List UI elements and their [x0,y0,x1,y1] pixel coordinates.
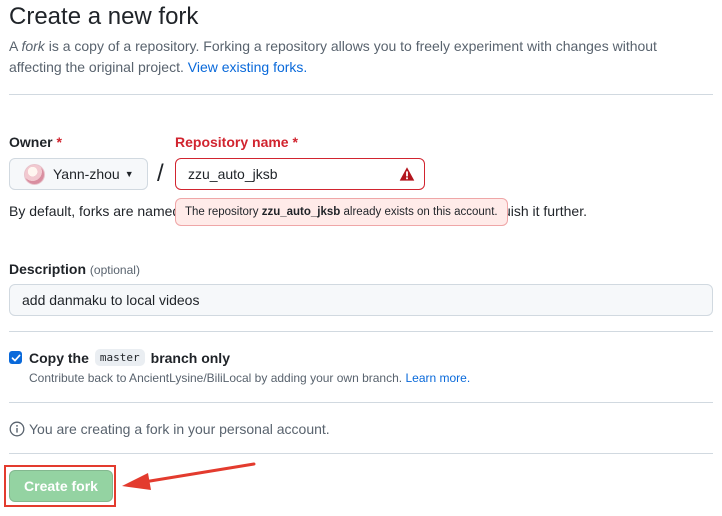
arrow-icon [122,462,256,490]
view-existing-forks-link[interactable]: View existing forks. [188,59,308,75]
description-label-text: Description [9,261,87,277]
optional-hint: (optional) [89,263,140,277]
intro-text: is a copy of a repository. Forking a rep… [9,38,657,75]
info-text: You are creating a fork in your personal… [29,421,330,437]
divider [9,331,713,332]
owner-dropdown[interactable]: Yann-zhou ▼ [9,158,148,190]
learn-more-link[interactable]: Learn more. [405,371,470,385]
create-fork-button[interactable]: Create fork [9,470,113,502]
divider [9,94,713,95]
copy-label-prefix: Copy the [29,349,89,366]
divider [9,453,713,454]
chevron-down-icon: ▼ [124,169,134,179]
personal-account-info: You are creating a fork in your personal… [9,421,330,437]
info-icon [9,421,25,437]
path-separator: / [157,160,164,187]
repo-name-input[interactable] [175,158,425,190]
divider [9,402,713,403]
repo-exists-error: The repository zzu_auto_jksb already exi… [175,198,508,226]
description-label: Description (optional) [9,261,140,277]
owner-label-text: Owner [9,134,53,150]
owner-required-mark: * [56,134,62,150]
intro-fork-word: fork [21,38,45,54]
copy-branch-help: Contribute back to AncientLysine/BiliLoc… [29,371,470,385]
repo-name-label-text: Repository name [175,134,289,150]
copy-branch-label[interactable]: Copy the master branch only [29,349,230,366]
repo-required-mark: * [292,134,298,150]
copy-label-suffix: branch only [150,349,230,366]
description-input[interactable] [9,284,713,316]
error-suffix: already exists on this account. [343,206,498,218]
owner-name: Yann-zhou [53,166,120,182]
page-title: Create a new fork [9,3,199,30]
copy-help-text: Contribute back to AncientLysine/BiliLoc… [29,371,403,385]
page-intro: A fork is a copy of a repository. Forkin… [9,36,699,78]
help-text-start: By default, forks are named [9,203,181,219]
owner-label: Owner * [9,134,62,150]
warning-icon [399,167,415,181]
copy-branch-checkbox[interactable] [9,351,22,364]
error-prefix: The repository [185,206,259,218]
error-repo-name: zzu_auto_jksb [261,206,341,218]
avatar [24,163,45,185]
check-icon [11,354,20,361]
repo-name-label: Repository name * [175,134,298,150]
branch-name: master [94,349,145,366]
intro-prefix: A [9,38,18,54]
